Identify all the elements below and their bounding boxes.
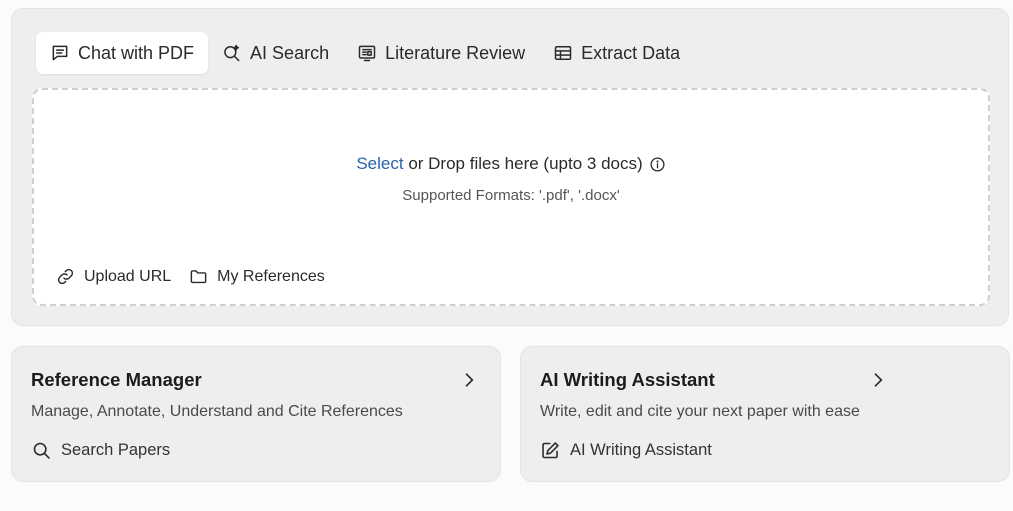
drop-instructions: Select or Drop files here (upto 3 docs) <box>34 154 988 174</box>
card-title: AI Writing Assistant <box>540 369 715 390</box>
ai-search-icon <box>222 43 242 63</box>
search-icon <box>31 440 52 461</box>
folder-icon <box>189 267 208 286</box>
tab-extract-data[interactable]: Extract Data <box>539 32 694 74</box>
chat-icon <box>50 43 70 63</box>
my-references-button[interactable]: My References <box>189 267 325 286</box>
search-papers-link[interactable]: Search Papers <box>31 440 170 461</box>
file-dropzone[interactable]: Select or Drop files here (upto 3 docs) … <box>32 88 990 306</box>
supported-formats: Supported Formats: '.pdf', '.docx' <box>402 187 620 204</box>
drop-text: or Drop files here (upto 3 docs) <box>403 154 643 173</box>
tab-label: Extract Data <box>581 42 681 63</box>
my-references-label: My References <box>217 267 325 285</box>
tab-literature-review[interactable]: Literature Review <box>343 32 539 74</box>
upload-url-label: Upload URL <box>84 267 172 285</box>
card-link-label: AI Writing Assistant <box>570 441 712 459</box>
select-files-link[interactable]: Select <box>356 154 403 174</box>
ai-writing-assistant-card[interactable]: AI Writing Assistant Write, edit and cit… <box>520 346 1010 482</box>
tool-tabs: Chat with PDF AI Search Literature Revie… <box>36 32 694 74</box>
tab-label: Literature Review <box>385 42 526 63</box>
reference-manager-card[interactable]: Reference Manager Manage, Annotate, Unde… <box>11 346 501 482</box>
card-link-label: Search Papers <box>61 441 171 459</box>
ai-writing-assistant-link[interactable]: AI Writing Assistant <box>540 440 712 461</box>
card-description: Manage, Annotate, Understand and Cite Re… <box>31 403 403 420</box>
chevron-right-icon[interactable] <box>868 370 888 390</box>
chevron-right-icon[interactable] <box>459 370 479 390</box>
link-icon <box>56 267 75 286</box>
upload-actions: Upload URL My References <box>56 267 343 286</box>
tab-ai-search[interactable]: AI Search <box>208 32 343 74</box>
tool-panel: Chat with PDF AI Search Literature Revie… <box>11 8 1009 326</box>
edit-icon <box>540 440 561 461</box>
literature-review-icon <box>357 43 377 63</box>
card-title: Reference Manager <box>31 369 202 390</box>
tab-label: AI Search <box>250 42 330 63</box>
table-icon <box>553 43 573 63</box>
tab-chat-with-pdf[interactable]: Chat with PDF <box>36 32 209 74</box>
card-description: Write, edit and cite your next paper wit… <box>540 403 860 420</box>
upload-url-button[interactable]: Upload URL <box>56 267 171 286</box>
info-icon[interactable] <box>649 156 666 173</box>
tab-label: Chat with PDF <box>78 42 195 63</box>
